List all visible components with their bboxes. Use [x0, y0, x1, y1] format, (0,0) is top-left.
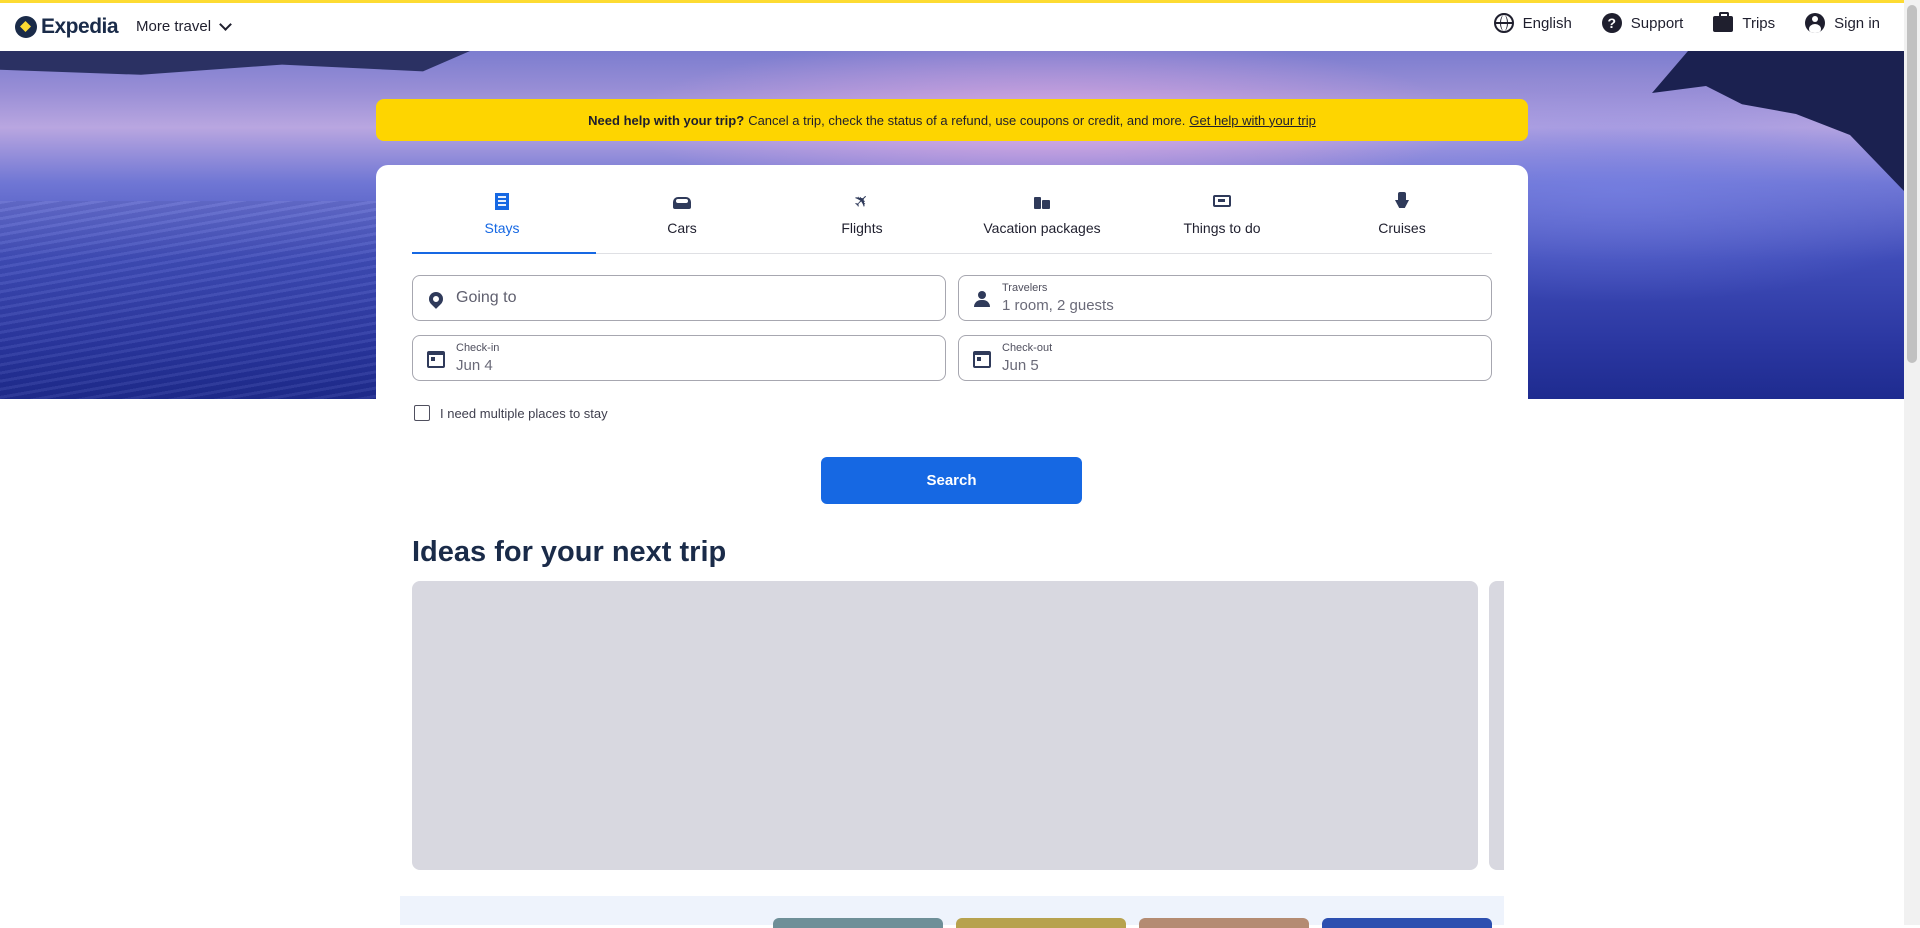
trips-label: Trips — [1742, 14, 1776, 32]
tab-label: Things to do — [1183, 220, 1261, 236]
tab-things-to-do[interactable]: Things to do — [1132, 183, 1312, 253]
logo-text: Expedia — [41, 15, 119, 38]
sign-in-link[interactable]: Sign in — [1805, 13, 1880, 33]
calendar-icon — [971, 348, 993, 370]
travelers-field[interactable]: Travelers 1 room, 2 guests — [958, 275, 1492, 321]
help-icon: ? — [1601, 13, 1622, 33]
check-in-value: Jun 4 — [456, 357, 493, 374]
sign-in-label: Sign in — [1834, 14, 1880, 32]
ideas-section-title: Ideas for your next trip — [412, 536, 727, 568]
person-icon — [971, 288, 993, 310]
header-nav: English ? Support Trips Sign in — [1493, 12, 1880, 33]
multiple-places-option[interactable]: I need multiple places to stay — [414, 405, 608, 421]
account-icon — [1805, 13, 1826, 33]
tab-cars[interactable]: Cars — [592, 183, 772, 253]
expedia-logo[interactable]: Expedia — [15, 15, 119, 39]
tab-label: Flights — [841, 220, 883, 236]
ideas-card-placeholder-next[interactable] — [1489, 581, 1504, 870]
calendar-icon — [425, 348, 447, 370]
tab-cruises[interactable]: Cruises — [1312, 183, 1492, 253]
get-help-link[interactable]: Get help with your trip — [1189, 113, 1315, 128]
promo-thumbnail[interactable] — [956, 918, 1126, 928]
trip-help-banner: Need help with your trip? Cancel a trip,… — [376, 99, 1528, 141]
tab-label: Cruises — [1378, 220, 1426, 236]
tab-label: Cars — [667, 220, 697, 236]
search-button[interactable]: Search — [821, 457, 1082, 504]
product-tabs: Stays Cars ✈ Flights Vacation packages T… — [412, 183, 1492, 254]
multiple-places-checkbox[interactable] — [414, 405, 430, 421]
tab-label: Stays — [484, 220, 520, 236]
car-icon — [672, 191, 692, 211]
site-header: Expedia More travel English ? Support Tr… — [0, 3, 1904, 51]
promo-thumbnail[interactable] — [773, 918, 943, 928]
banner-text: Cancel a trip, check the status of a ref… — [748, 112, 1186, 128]
scrollbar-thumb[interactable] — [1907, 5, 1917, 363]
travelers-value: 1 room, 2 guests — [1002, 297, 1114, 314]
language-selector[interactable]: English — [1493, 13, 1572, 33]
travelers-label: Travelers — [1002, 282, 1048, 294]
tab-stays[interactable]: Stays — [412, 183, 596, 254]
tab-label: Vacation packages — [983, 220, 1101, 236]
tab-flights[interactable]: ✈ Flights — [772, 183, 952, 253]
promo-thumbnail[interactable] — [1322, 918, 1492, 928]
check-in-field[interactable]: Check-in Jun 4 — [412, 335, 946, 381]
more-travel-label: More travel — [136, 18, 212, 35]
plane-icon: ✈ — [849, 188, 875, 214]
trips-link[interactable]: Trips — [1713, 12, 1776, 32]
language-label: English — [1522, 14, 1572, 32]
check-in-label: Check-in — [456, 342, 500, 354]
ticket-icon — [1212, 191, 1232, 211]
support-label: Support — [1630, 14, 1684, 32]
check-out-label: Check-out — [1002, 342, 1053, 354]
multiple-places-label: I need multiple places to stay — [440, 405, 608, 421]
tab-vacation-packages[interactable]: Vacation packages — [952, 183, 1132, 253]
hero-landmass-right — [1652, 51, 1904, 191]
promo-thumbnail[interactable] — [1139, 918, 1309, 928]
page-scrollbar[interactable] — [1904, 0, 1920, 925]
going-to-placeholder: Going to — [456, 289, 517, 306]
more-travel-menu[interactable]: More travel — [136, 18, 232, 35]
banner-bold-text: Need help with your trip? — [588, 112, 745, 128]
search-form-card: Stays Cars ✈ Flights Vacation packages T… — [376, 165, 1528, 421]
globe-icon — [1493, 13, 1514, 33]
building-icon — [492, 191, 512, 211]
expedia-logo-icon — [15, 16, 37, 38]
check-out-field[interactable]: Check-out Jun 5 — [958, 335, 1492, 381]
hero-landmass-left — [0, 51, 470, 75]
briefcase-icon — [1713, 12, 1734, 32]
support-link[interactable]: ? Support — [1601, 13, 1684, 33]
map-pin-icon — [425, 288, 447, 310]
chevron-down-icon — [219, 18, 232, 31]
ship-icon — [1392, 191, 1412, 211]
ideas-card-placeholder[interactable] — [412, 581, 1478, 870]
luggage-icon — [1032, 191, 1052, 211]
going-to-field[interactable]: Going to — [412, 275, 946, 321]
check-out-value: Jun 5 — [1002, 357, 1039, 374]
